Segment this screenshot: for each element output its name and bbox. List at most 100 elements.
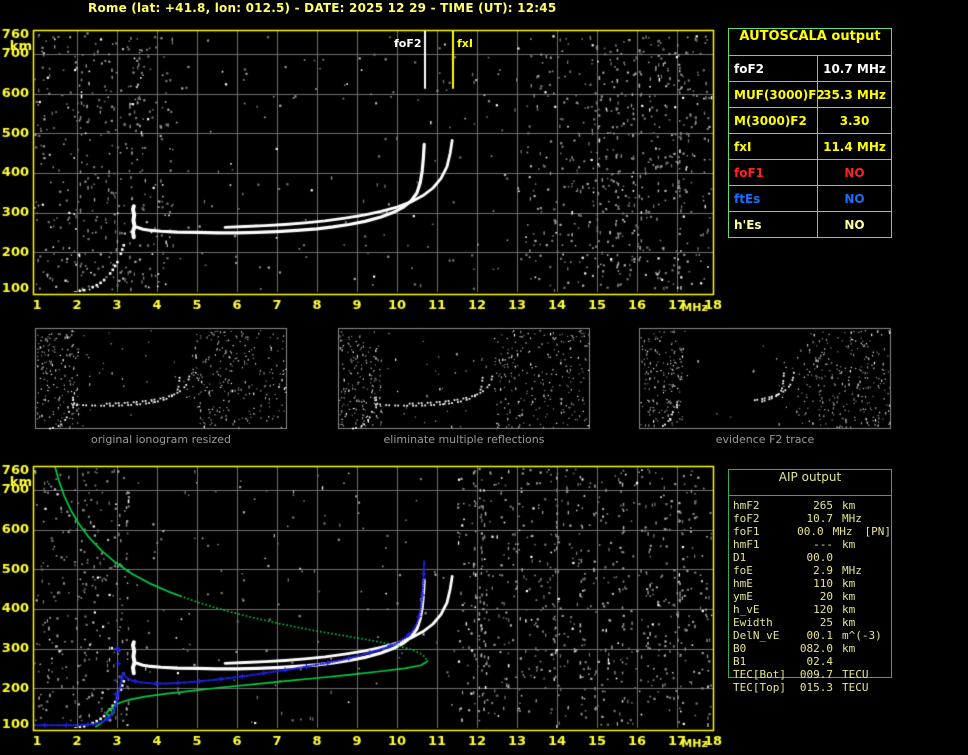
param-value: 00.1 bbox=[806, 629, 834, 642]
param-note bbox=[876, 590, 877, 603]
autoscala-output-table: AUTOSCALA output foF2 10.7 MHz MUF(3000)… bbox=[728, 28, 892, 238]
param-note bbox=[876, 629, 877, 642]
param-label: B1 bbox=[733, 655, 747, 668]
aip-table-row: h_vE 120 km bbox=[729, 603, 891, 616]
param-note bbox=[876, 655, 877, 668]
param-note bbox=[876, 603, 877, 616]
aip-table-row: foF2 10.7 MHz bbox=[729, 512, 891, 525]
param-unit: MHz bbox=[842, 512, 862, 525]
page-title: Rome (lat: +41.8, lon: 012.5) - DATE: 20… bbox=[88, 1, 557, 15]
param-value: 10.7 MHz bbox=[823, 61, 886, 76]
param-note bbox=[876, 538, 877, 551]
param-value: NO bbox=[844, 165, 865, 180]
fxi-marker-label: fxI bbox=[457, 37, 473, 50]
param-value: 009.7 bbox=[799, 668, 833, 681]
table-row: fxI 11.4 MHz bbox=[729, 134, 891, 160]
param-value: 015.3 bbox=[799, 681, 833, 694]
table-row: MUF(3000)F2 35.3 MHz bbox=[729, 82, 891, 108]
param-unit: km bbox=[842, 642, 856, 655]
param-value: 00.0 bbox=[797, 525, 824, 538]
param-value: NO bbox=[844, 217, 865, 232]
aip-table-row: Ewidth 25 km bbox=[729, 616, 891, 629]
aip-table-row: TEC[Top] 015.3 TECU bbox=[729, 681, 891, 694]
param-value: NO bbox=[844, 191, 865, 206]
table-row: ftEs NO bbox=[729, 186, 891, 212]
aip-rows: hmF2 265 km foF2 10.7 MHz foF1 00.0 MHz [PN] hmF1-… bbox=[729, 499, 891, 694]
aip-table-row: B0 082.0 km bbox=[729, 642, 891, 655]
aip-table-row: B1 02.4 bbox=[729, 655, 891, 668]
param-note bbox=[876, 564, 877, 577]
aip-table-row: hmF2 265 km bbox=[729, 499, 891, 512]
param-value: 120 bbox=[813, 603, 833, 616]
param-unit: TECU bbox=[842, 681, 869, 694]
param-value: 11.4 MHz bbox=[823, 139, 886, 154]
aip-table-row: foF1 00.0 MHz [PN] bbox=[729, 525, 891, 538]
aip-table-row: ymE 20 km bbox=[729, 590, 891, 603]
aip-table-row: DelN_vE 00.1 m^(-3) bbox=[729, 629, 891, 642]
table-row: M(3000)F2 3.30 bbox=[729, 108, 891, 134]
param-unit: km bbox=[842, 577, 856, 590]
param-label: h_vE bbox=[733, 603, 760, 616]
param-label: h'Es bbox=[729, 212, 818, 237]
param-label: foF2 bbox=[733, 512, 760, 525]
param-label: fxI bbox=[729, 134, 818, 159]
param-label: foE bbox=[733, 564, 753, 577]
param-note bbox=[876, 512, 877, 525]
param-note bbox=[876, 642, 877, 655]
aip-table-row: hmE 110 km bbox=[729, 577, 891, 590]
param-value: 082.0 bbox=[799, 642, 833, 655]
param-label: TEC[Bot] bbox=[733, 668, 786, 681]
param-value: 35.3 MHz bbox=[823, 87, 886, 102]
param-label: hmF2 bbox=[733, 499, 760, 512]
aip-table-header: AIP output bbox=[729, 470, 891, 496]
param-value: 00.0 bbox=[806, 551, 834, 564]
param-value: 3.30 bbox=[839, 113, 870, 128]
param-note bbox=[876, 668, 877, 681]
thumbnail-caption-original: original ionogram resized bbox=[91, 433, 231, 446]
param-unit: km bbox=[842, 603, 856, 616]
aip-table-row: TEC[Bot] 009.7 TECU bbox=[729, 668, 891, 681]
param-label: hmF1 bbox=[733, 538, 760, 551]
param-note bbox=[876, 577, 877, 590]
param-note bbox=[876, 551, 877, 564]
param-value: 110 bbox=[813, 577, 833, 590]
param-label: B0 bbox=[733, 642, 747, 655]
param-value: 02.4 bbox=[806, 655, 834, 668]
param-value: 265 bbox=[813, 499, 833, 512]
param-label: TEC[Top] bbox=[733, 681, 786, 694]
param-unit bbox=[833, 655, 876, 668]
param-value: 10.7 bbox=[806, 512, 834, 525]
param-unit: km bbox=[842, 616, 856, 629]
param-label: D1 bbox=[733, 551, 747, 564]
param-value: 20 bbox=[819, 590, 833, 603]
param-note: [PN] bbox=[864, 525, 892, 538]
table-row: foF1 NO bbox=[729, 160, 891, 186]
autoscala-table-header: AUTOSCALA output bbox=[729, 29, 891, 56]
fof2-marker-label: foF2 bbox=[394, 37, 422, 50]
table-row: h'Es NO bbox=[729, 212, 891, 237]
param-label: hmE bbox=[733, 577, 753, 590]
aip-output-table: AIP output hmF2 265 km foF2 10.7 MHz foF1 00.0 M… bbox=[728, 469, 892, 694]
thumbnail-caption-evidence: evidence F2 trace bbox=[715, 433, 815, 446]
param-note bbox=[876, 616, 877, 629]
param-label: ymE bbox=[733, 590, 753, 603]
aip-table-row: D1 00.0 bbox=[729, 551, 891, 564]
param-label: foF1 bbox=[733, 525, 760, 538]
param-note bbox=[876, 681, 877, 694]
aip-table-row: foE 2.9 MHz bbox=[729, 564, 891, 577]
param-value: --- bbox=[813, 538, 833, 551]
param-unit: MHz bbox=[842, 564, 862, 577]
param-label: ftEs bbox=[729, 186, 818, 211]
param-unit: km bbox=[842, 499, 856, 512]
param-unit: m^(-3) bbox=[842, 629, 882, 642]
param-label: DelN_vE bbox=[733, 629, 780, 642]
param-value: 2.9 bbox=[813, 564, 833, 577]
param-label: M(3000)F2 bbox=[729, 108, 818, 133]
param-unit: MHz bbox=[832, 525, 853, 538]
aip-table-row: hmF1 --- km bbox=[729, 538, 891, 551]
autoscala-application-window: Rome (lat: +41.8, lon: 012.5) - DATE: 20… bbox=[0, 0, 968, 755]
param-value: 25 bbox=[819, 616, 833, 629]
param-label: foF1 bbox=[729, 160, 818, 185]
param-unit bbox=[833, 551, 876, 564]
param-note bbox=[876, 499, 877, 512]
